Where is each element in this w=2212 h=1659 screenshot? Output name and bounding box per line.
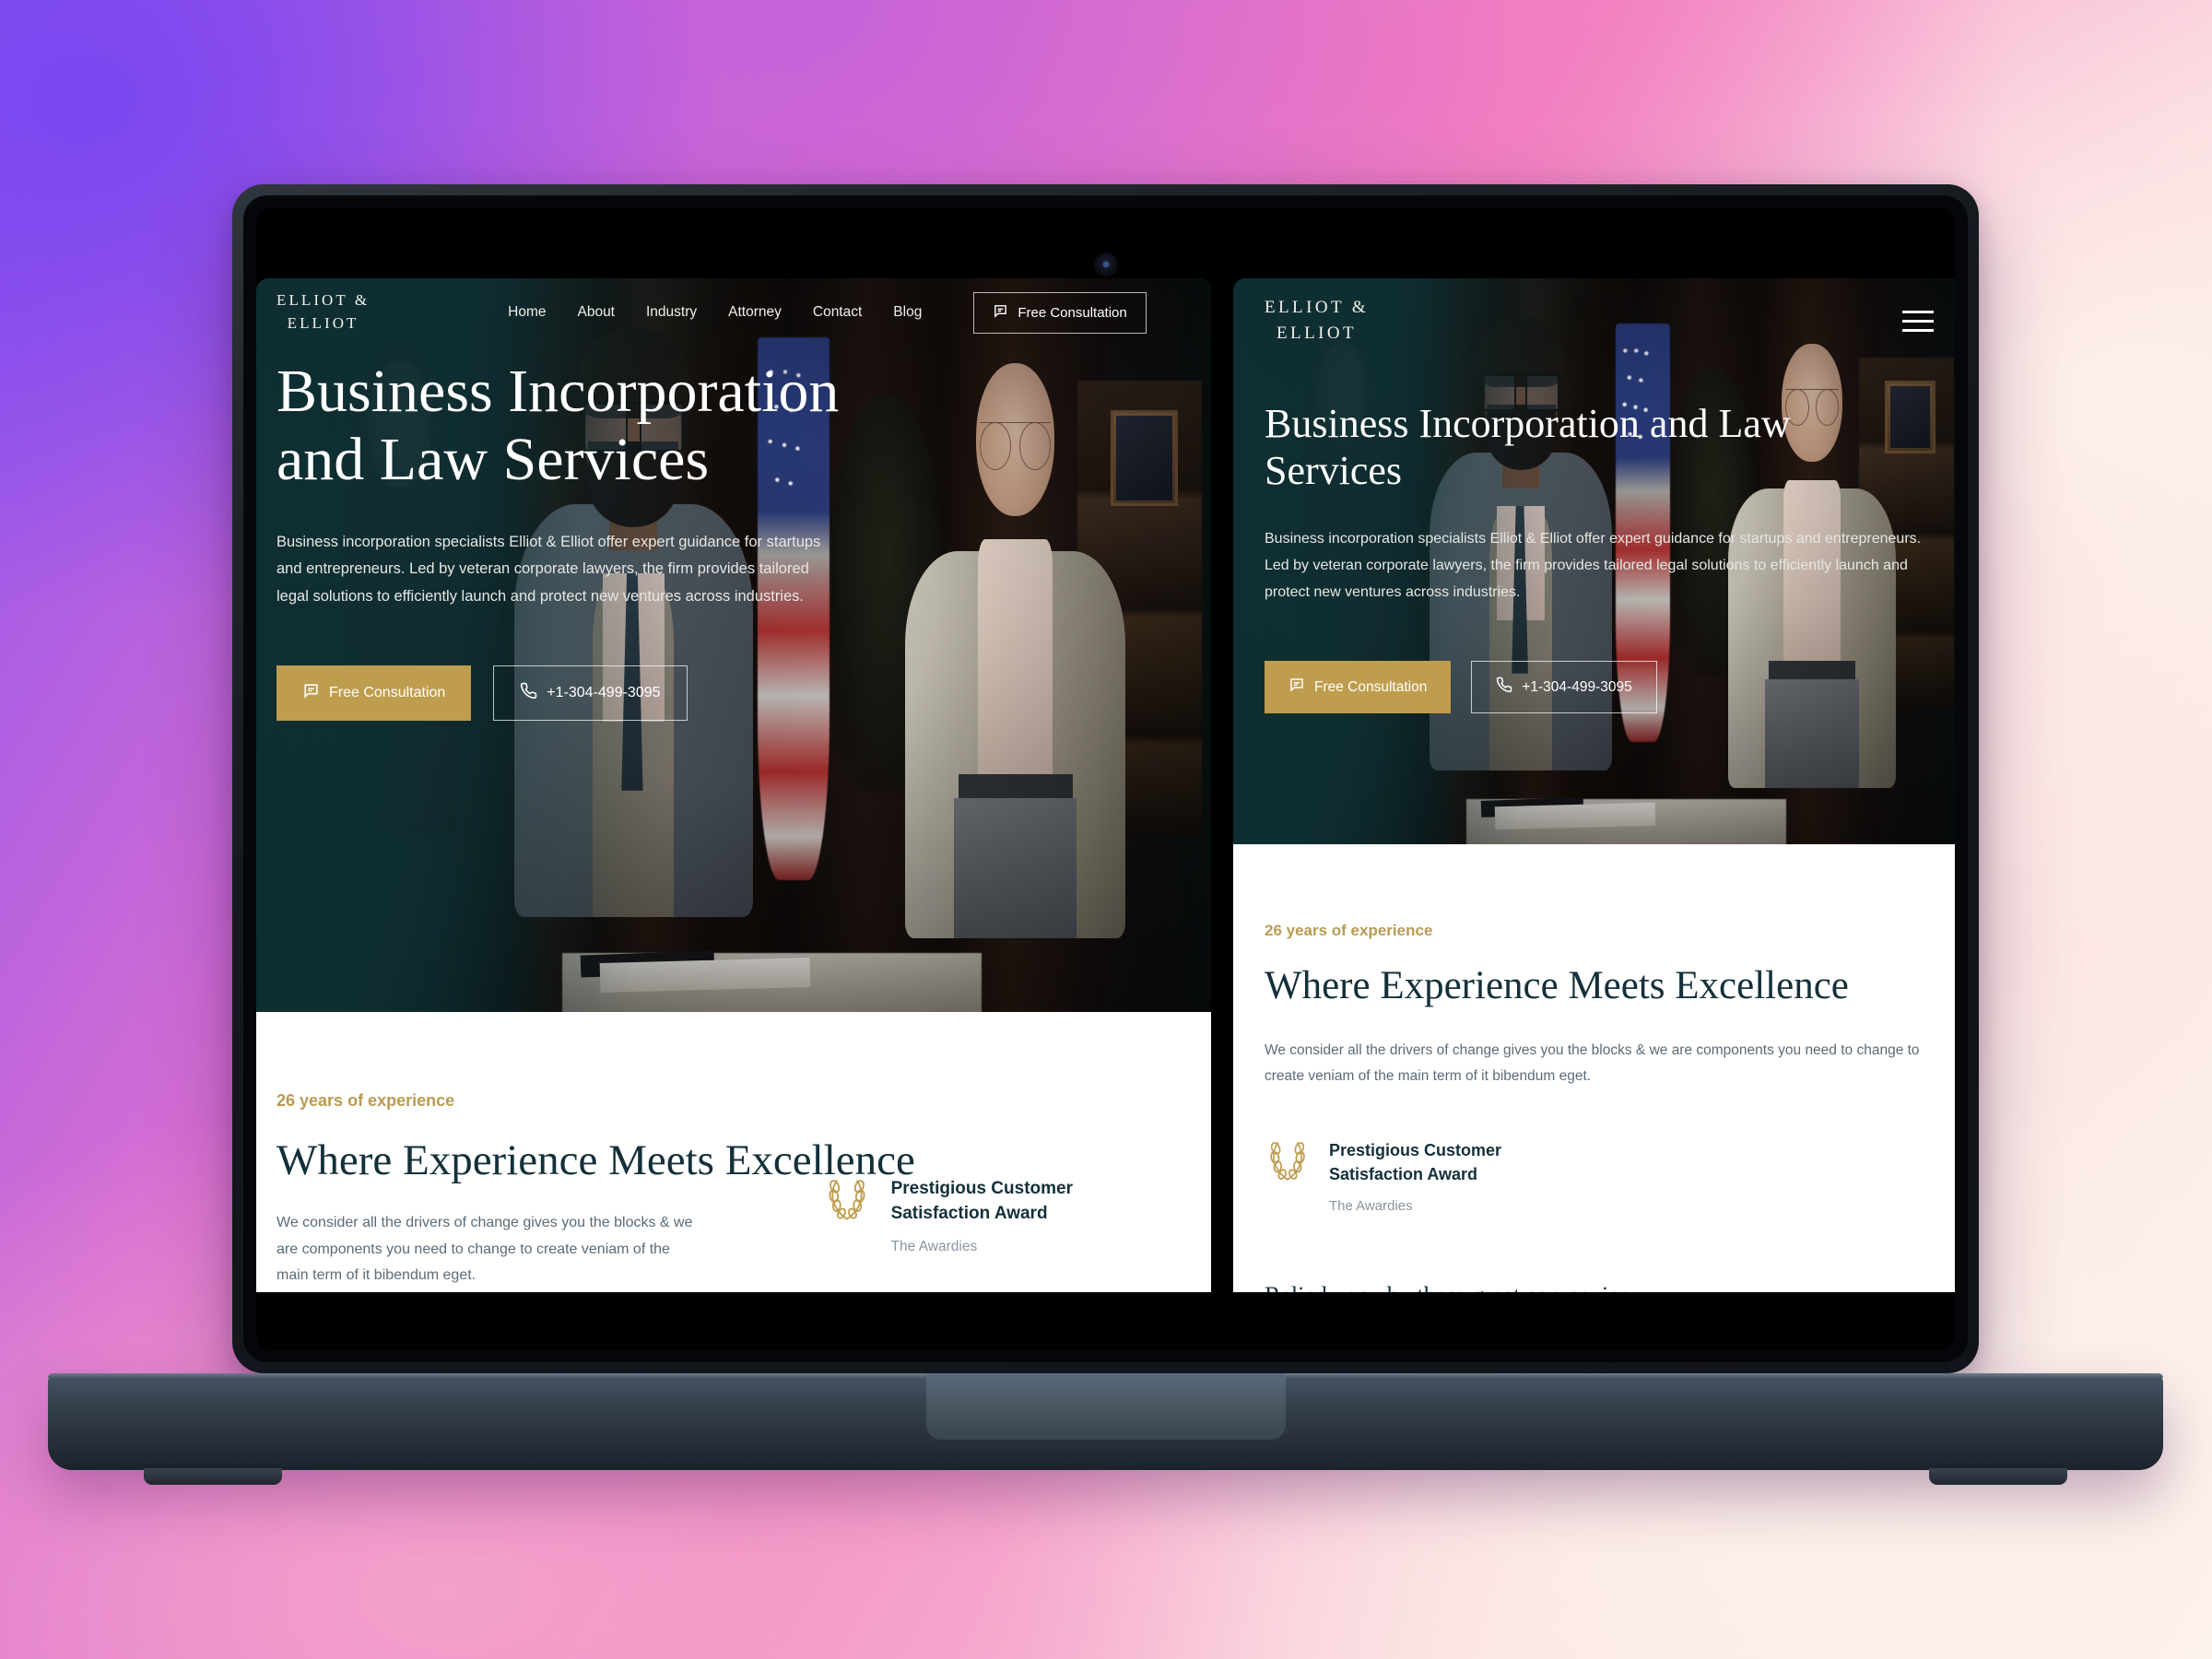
laurel-wreath-icon bbox=[1265, 1139, 1311, 1214]
nav-item-industry[interactable]: Industry bbox=[646, 304, 697, 321]
desktop-free-consultation-label: Free Consultation bbox=[329, 684, 446, 700]
mobile-free-consultation-button[interactable]: Free Consultation bbox=[1265, 661, 1452, 714]
award-organization: The Awardies bbox=[890, 1239, 978, 1254]
relied-upon-heading: Relied upon by these great companies bbox=[1265, 1282, 1930, 1292]
laptop-screen-bezel: ELLIOT & ELLIOT Home About Industry Atto… bbox=[256, 208, 1955, 1349]
mobile-hero-section: ELLIOT & ELLIOT Business Incorporation a… bbox=[1233, 278, 1955, 844]
desktop-experience-section: 26 years of experience Where Experience … bbox=[256, 1012, 1211, 1292]
nav-item-home[interactable]: Home bbox=[508, 304, 546, 321]
award-title-line1: Prestigious Customer bbox=[1329, 1141, 1502, 1160]
brand-logo[interactable]: ELLIOT & ELLIOT bbox=[1265, 295, 1369, 346]
nav-item-attorney[interactable]: Attorney bbox=[728, 304, 782, 321]
desktop-hero-title: Business Incorporation and Law Services bbox=[276, 358, 840, 493]
mobile-hero-content: ELLIOT & ELLIOT Business Incorporation a… bbox=[1233, 278, 1955, 714]
mobile-hero-body: Business incorporation specialists Ellio… bbox=[1265, 531, 1922, 601]
nav-item-about[interactable]: About bbox=[577, 304, 615, 321]
mobile-phone-button[interactable]: +1-304-499-3095 bbox=[1471, 661, 1657, 714]
laptop-base bbox=[48, 1373, 2163, 1485]
mobile-hero-cta-group: Free Consultation +1-304-499-3095 bbox=[1265, 661, 1930, 714]
award-title-line2: Satisfaction Award bbox=[1329, 1164, 1478, 1183]
chat-bubble-icon bbox=[302, 682, 320, 704]
desktop-hero-section: ELLIOT & ELLIOT Home About Industry Atto… bbox=[256, 278, 1211, 1012]
mobile-browser-window: ELLIOT & ELLIOT Business Incorporation a… bbox=[1233, 278, 1955, 1292]
mobile-award-text: Prestigious Customer Satisfaction Award … bbox=[1329, 1139, 1501, 1214]
desktop-phone-button[interactable]: +1-304-499-3095 bbox=[493, 665, 688, 721]
mobile-experience-body: We consider all the drivers of change gi… bbox=[1265, 1042, 1920, 1085]
award-organization: The Awardies bbox=[1329, 1198, 1413, 1215]
brand-logo-line1: ELLIOT & bbox=[276, 291, 371, 310]
desktop-experience-body: We consider all the drivers of change gi… bbox=[276, 1215, 693, 1284]
main-navigation: Home About Industry Attorney Contact Blo… bbox=[508, 291, 1147, 334]
nav-item-contact[interactable]: Contact bbox=[813, 304, 862, 321]
chat-bubble-icon bbox=[993, 303, 1008, 323]
laptop-foot-left bbox=[144, 1468, 282, 1485]
mobile-experience-title: Where Experience Meets Excellence bbox=[1265, 964, 1849, 1007]
mobile-free-consultation-label: Free Consultation bbox=[1314, 678, 1428, 695]
nav-item-blog[interactable]: Blog bbox=[893, 304, 922, 321]
brand-logo-line2: ELLIOT bbox=[287, 314, 359, 332]
desktop-browser-window: ELLIOT & ELLIOT Home About Industry Atto… bbox=[256, 278, 1211, 1292]
mobile-experience-eyebrow: 26 years of experience bbox=[1265, 922, 1433, 939]
laptop-base-notch bbox=[925, 1373, 1286, 1440]
desktop-hero-cta-group: Free Consultation +1-304-499-3095 bbox=[276, 665, 1211, 721]
desktop-hero-content: ELLIOT & ELLIOT Home About Industry Atto… bbox=[256, 278, 1211, 721]
laptop-foot-right bbox=[1929, 1468, 2067, 1485]
desktop-free-consultation-button[interactable]: Free Consultation bbox=[276, 665, 472, 721]
mobile-topbar: ELLIOT & ELLIOT bbox=[1233, 278, 1955, 363]
hamburger-menu-icon[interactable] bbox=[1902, 310, 1934, 332]
mobile-hero-title: Business Incorporation and Law Services bbox=[1265, 401, 1791, 494]
brand-logo[interactable]: ELLIOT & ELLIOT bbox=[276, 289, 370, 335]
nav-free-consultation-label: Free Consultation bbox=[1018, 304, 1127, 321]
desktop-hero-body: Business incorporation specialists Ellio… bbox=[276, 533, 821, 605]
phone-icon bbox=[520, 682, 537, 704]
phone-icon bbox=[1496, 677, 1512, 698]
desktop-award-badge: Prestigious Customer Satisfaction Award … bbox=[823, 1177, 1073, 1255]
laurel-wreath-icon bbox=[823, 1177, 871, 1255]
brand-logo-line1: ELLIOT & bbox=[1265, 298, 1370, 318]
webcam-icon bbox=[1093, 253, 1118, 276]
desktop-award-text: Prestigious Customer Satisfaction Award … bbox=[891, 1177, 1073, 1255]
desktop-experience-eyebrow: 26 years of experience bbox=[276, 1091, 455, 1110]
award-title-line1: Prestigious Customer bbox=[890, 1179, 1073, 1199]
chat-bubble-icon bbox=[1288, 677, 1305, 698]
desktop-phone-label: +1-304-499-3095 bbox=[547, 684, 661, 700]
award-title-line2: Satisfaction Award bbox=[890, 1204, 1048, 1224]
mobile-experience-section: 26 years of experience Where Experience … bbox=[1233, 844, 1955, 1292]
mobile-award-badge: Prestigious Customer Satisfaction Award … bbox=[1265, 1139, 1930, 1214]
brand-logo-line2: ELLIOT bbox=[1277, 324, 1358, 343]
laptop-mockup: ELLIOT & ELLIOT Home About Industry Atto… bbox=[48, 184, 2163, 1485]
nav-free-consultation-button[interactable]: Free Consultation bbox=[973, 291, 1147, 334]
desktop-topbar: ELLIOT & ELLIOT Home About Industry Atto… bbox=[256, 278, 1211, 347]
mobile-phone-label: +1-304-499-3095 bbox=[1522, 678, 1632, 695]
